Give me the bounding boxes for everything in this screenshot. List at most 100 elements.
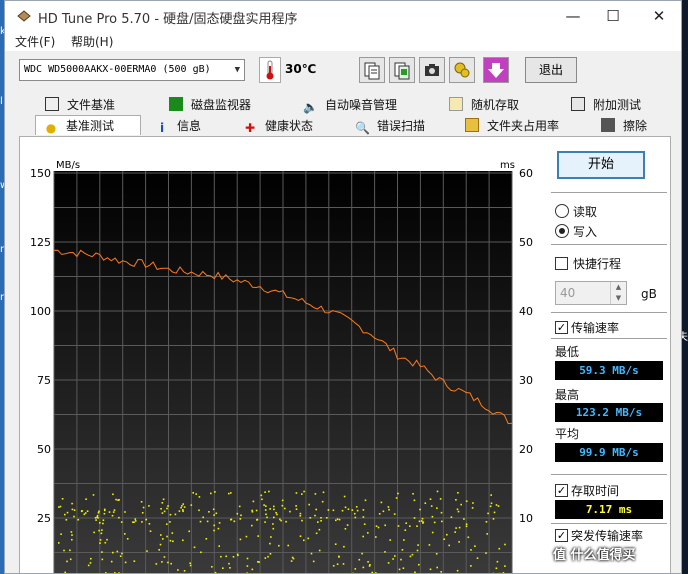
access-time-point [198,509,200,512]
watermark: 值 什么值得买 [553,548,636,563]
access-time-point [58,506,60,508]
access-time-point [269,542,271,545]
write-radio[interactable] [555,224,569,238]
access-time-point [142,506,145,509]
access-time-point [303,539,305,542]
start-button[interactable]: 开始 [557,151,645,179]
access-time-point [236,512,239,515]
access-time-point [126,538,129,540]
burst-rate-checkbox[interactable]: ✓ [555,529,568,542]
access-time-point [308,503,310,506]
access-time-point [332,565,335,567]
access-time-point [106,538,108,541]
short-stroke-spinner[interactable]: 40 ▲ ▼ [555,281,627,305]
access-time-point [384,551,386,553]
divider [551,474,667,475]
access-time-point [335,519,337,522]
access-time-point [487,512,489,515]
access-time-point [149,530,152,532]
access-time-point [195,493,197,495]
access-time-point [471,507,474,509]
access-time-point [213,514,215,516]
access-time-point [166,507,168,510]
access-time-point [317,521,319,523]
benchmark-chart: MB/s ms 150 125 100 75 50 25 60 50 40 30 20 10 [30,160,533,573]
access-time-point [95,519,97,521]
access-time-point [338,555,340,558]
access-time-point [292,557,295,560]
access-time-point [66,560,68,563]
y-axis-label-right: ms [500,160,515,171]
maximize-button[interactable]: ☐ [593,5,633,27]
access-time-point [256,518,259,521]
y-ticks-left: 150 125 100 75 50 25 [30,167,51,525]
access-time-point [307,537,309,540]
access-time-point [465,523,468,525]
access-time-point [134,518,137,520]
access-time-point [162,538,164,540]
access-time-point [362,566,365,569]
access-time-point [490,502,493,505]
access-time-point [380,501,383,504]
access-time-point [351,509,354,511]
minimize-button[interactable]: — [553,5,593,27]
access-time-point [93,531,95,534]
access-time-point [112,551,114,554]
access-time-point [161,561,163,563]
access-time-point [322,491,325,494]
access-time-point [428,544,431,546]
access-time-point [101,529,103,531]
access-time-point [252,500,255,503]
access-time-point [424,502,427,504]
extra-tests-icon [571,97,585,111]
short-stroke-checkbox[interactable] [555,257,568,270]
access-time-point [336,518,339,520]
access-time-point [161,502,164,504]
access-time-point [393,513,396,515]
access-time-point [476,557,479,559]
access-time-point [192,492,194,494]
tab-erase[interactable]: 擦除 [601,116,647,136]
access-time-point [496,560,499,563]
access-time-point [190,504,193,506]
access-time-point [269,508,271,510]
access-time-point [102,519,105,521]
close-button[interactable]: ✕ [639,5,679,27]
access-time-point [159,543,162,546]
access-time-point [214,571,217,573]
access-time-point [182,539,184,542]
read-label: 读取 [573,205,598,219]
y-tick-label-left: 150 [30,167,51,180]
access-time-point [389,539,391,541]
app-window: HD Tune Pro 5.70 - 硬盘/固态硬盘实用程序 — ☐ ✕ 文件(… [4,0,682,574]
access-time-point [343,495,346,498]
access-time-point [454,531,456,533]
access-time-point [417,544,419,546]
access-time-point [456,508,459,511]
access-time-point [387,506,390,508]
tab-extra-tests[interactable]: 附加测试 [571,95,641,115]
access-time-point [371,571,373,573]
access-time-point [284,507,286,510]
access-time-point [220,555,222,558]
access-time-point [267,555,269,558]
spin-up-icon[interactable]: ▲ [610,282,626,293]
access-time-point [99,539,102,541]
transfer-rate-checkbox[interactable]: ✓ [555,321,568,334]
access-time-point [273,508,275,511]
access-time-point [416,549,419,552]
access-time-point [318,549,321,552]
access-time-point [183,506,186,508]
access-time-checkbox[interactable]: ✓ [555,484,568,497]
access-time-point [265,505,267,507]
access-time-point [465,525,468,528]
access-time-point [200,551,202,554]
read-radio[interactable] [555,204,569,218]
burst-rate-label: 突发传输速率 [571,529,644,543]
spin-down-icon[interactable]: ▼ [610,293,626,304]
access-time-point [118,516,120,519]
access-time-point [472,502,474,504]
access-time-point [419,508,421,511]
access-time-point [301,519,303,522]
access-time-point [440,511,443,514]
